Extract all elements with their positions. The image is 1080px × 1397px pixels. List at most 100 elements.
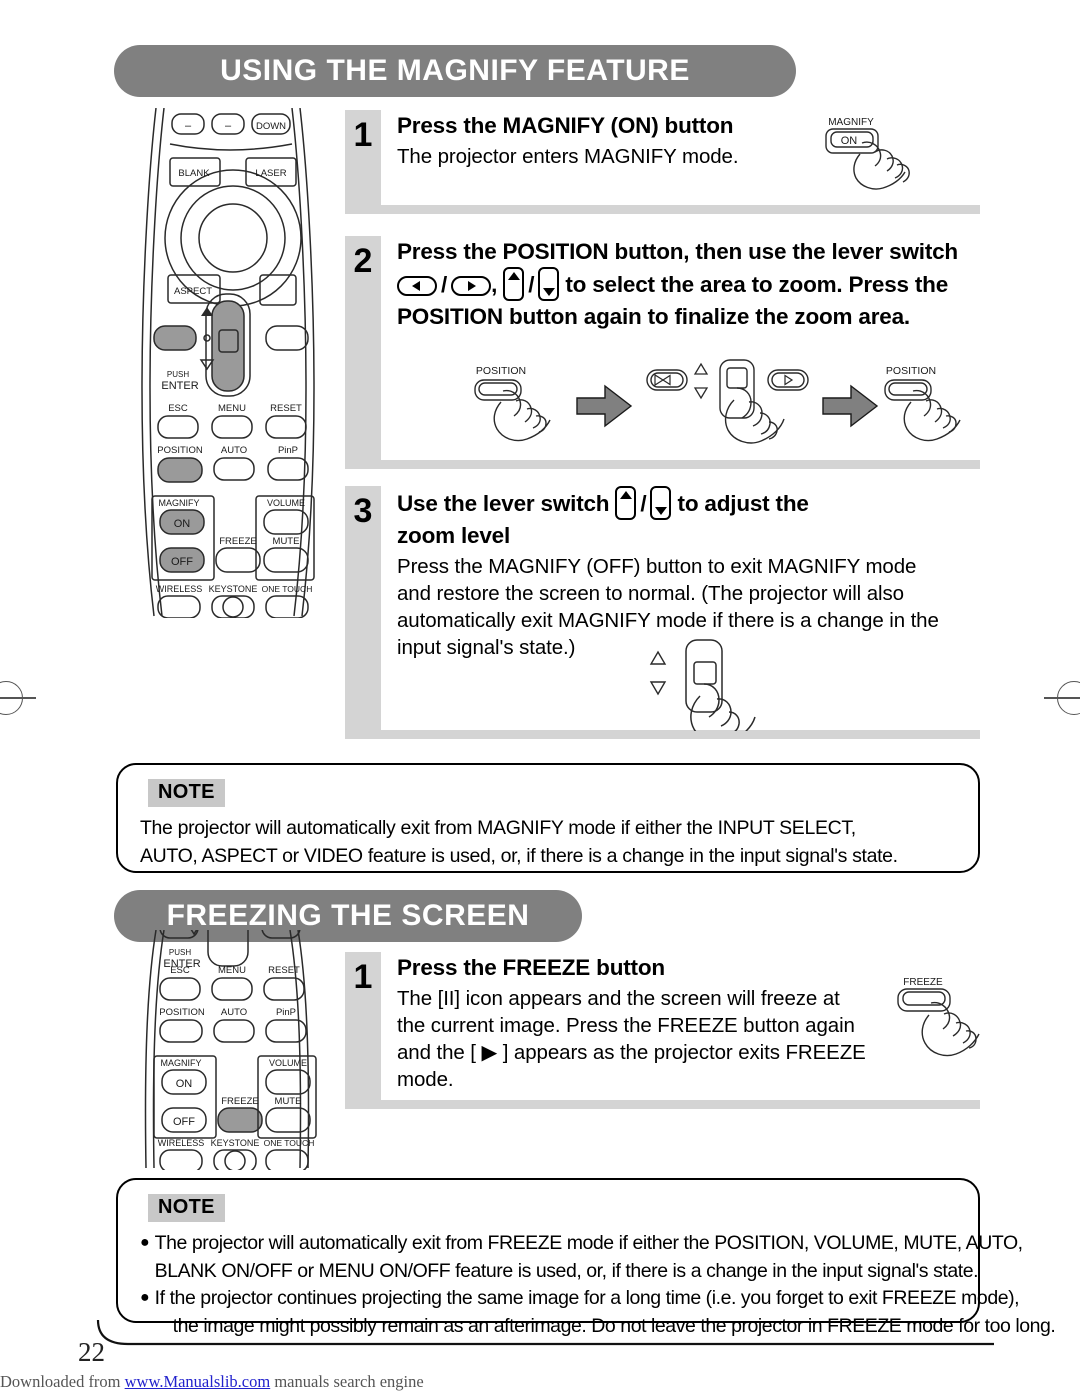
step-1-freeze: 1 Press the FREEZE button The [II] icon … (345, 952, 980, 1102)
note-box-freeze: NOTE ● The projector will automatically … (116, 1178, 1056, 1337)
lever-down-icon (650, 486, 672, 520)
down-triangle-icon (649, 681, 667, 696)
registration-mark-left (0, 668, 36, 728)
step-number-column: 3 (345, 486, 381, 731)
step-number: 1 (353, 116, 373, 154)
freeze-button-callout: FREEZE (893, 972, 998, 1072)
arrow-right-2-icon (822, 384, 879, 428)
svg-text:MENU: MENU (218, 965, 246, 976)
remote-control-illustration-freeze: PUSH ENTER ESC MENU RESET POSITION AUTO … (126, 909, 326, 1175)
svg-text:VOLUME: VOLUME (269, 1058, 307, 1068)
svg-text:PinP: PinP (278, 445, 298, 456)
step-title-line-1: Use the lever switch / to adjust the (397, 486, 980, 520)
svg-text:FREEZE: FREEZE (219, 536, 256, 547)
svg-text:OFF: OFF (173, 1116, 195, 1128)
svg-text:WIRELESS: WIRELESS (158, 1138, 205, 1148)
svg-text:MENU: MENU (218, 403, 246, 414)
svg-text:FREEZE: FREEZE (221, 1096, 258, 1107)
svg-text:VOLUME: VOLUME (267, 498, 305, 508)
manual-page: USING THE MAGNIFY FEATURE – – DOWN BLANK… (0, 0, 1080, 1397)
lever-up-icon (503, 267, 525, 302)
down-triangle-icon (693, 387, 709, 400)
freeze-hand-svg: FREEZE (897, 977, 980, 1057)
up-triangle-icon (693, 362, 709, 375)
right-arrow-button-icon (451, 276, 492, 297)
lever-hand-svg (649, 639, 756, 744)
svg-text:PinP: PinP (276, 1007, 296, 1018)
bullet-icon: ● (140, 1234, 150, 1251)
step-description-line-1: Press the MAGNIFY (OFF) button to exit M… (397, 555, 917, 579)
lever-down-icon (538, 267, 560, 302)
step-title-line-2-text: to select the area to zoom. Press the (565, 272, 949, 298)
svg-text:RESET: RESET (268, 965, 300, 976)
svg-text:LASER: LASER (255, 168, 286, 179)
position-label-1: POSITION (476, 365, 526, 377)
step-2-sequence-diagram: POSITION POSITION (455, 358, 985, 468)
note-box-magnify: NOTE The projector will automatically ex… (116, 763, 980, 873)
svg-text:ASPECT: ASPECT (174, 286, 212, 297)
svg-text:ESC: ESC (170, 965, 190, 976)
svg-text:MAGNIFY: MAGNIFY (158, 498, 199, 508)
remote-control-illustration-magnify: – – DOWN BLANK LASER ASPECT PUSH ENTER E… (130, 107, 326, 623)
page-footer-curve (96, 1319, 994, 1346)
svg-text:MUTE: MUTE (275, 1096, 302, 1107)
svg-text:–: – (225, 120, 232, 132)
up-triangle-icon (649, 650, 667, 665)
bullet-icon: ● (140, 1289, 150, 1307)
remote-top-svg: – – DOWN BLANK LASER ASPECT PUSH ENTER E… (141, 107, 315, 619)
arrow-right-1-icon (576, 384, 633, 428)
step-title-post: to adjust the (677, 491, 809, 516)
section-title-magnify: USING THE MAGNIFY FEATURE (220, 54, 690, 87)
magnify-on-hand-svg: MAGNIFY ON (825, 117, 910, 190)
svg-text:POSITION: POSITION (157, 445, 203, 456)
svg-text:ONE TOUCH: ONE TOUCH (262, 584, 313, 594)
svg-text:WIRELESS: WIRELESS (156, 584, 203, 594)
magnify-callout-label: MAGNIFY (828, 117, 874, 128)
step-content: Use the lever switch / to adjust the zoo… (397, 486, 980, 661)
svg-text:BLANK: BLANK (178, 168, 210, 179)
note-label: NOTE (148, 1194, 225, 1222)
step-title-line-2: zoom level (397, 523, 511, 548)
step-number-column: 1 (345, 952, 381, 1102)
note-bullet-item: ● The projector will automatically exit … (140, 1230, 1023, 1285)
section-title-freeze: FREEZING THE SCREEN (166, 899, 530, 932)
page-number: 22 (78, 1337, 105, 1367)
step-number: 3 (353, 492, 373, 530)
svg-text:KEYSTONE: KEYSTONE (209, 584, 258, 594)
step-title-line-1: Press the POSITION button, then use the … (397, 239, 958, 264)
step-number: 2 (353, 242, 373, 280)
svg-text:ON: ON (176, 1078, 193, 1090)
step-number-column: 2 (345, 236, 381, 466)
svg-text:OFF: OFF (171, 556, 193, 568)
svg-text:RESET: RESET (270, 403, 302, 414)
svg-text:POSITION: POSITION (159, 1007, 205, 1018)
note-line: The projector will automatically exit fr… (154, 1232, 1023, 1254)
magnify-on-button-callout: MAGNIFY ON (818, 112, 938, 207)
freeze-callout-label: FREEZE (903, 977, 943, 988)
download-prefix: Downloaded from (0, 1372, 121, 1391)
note-line: If the projector continues projecting th… (154, 1287, 1020, 1310)
step-number: 1 (353, 958, 373, 996)
svg-text:MUTE: MUTE (273, 536, 300, 547)
step-description-line-2: and restore the screen to normal. (The p… (397, 582, 904, 606)
manualslib-link[interactable]: www.Manualslib.com (125, 1372, 271, 1391)
svg-text:ON: ON (174, 518, 191, 530)
position-sequence-svg: POSITION POSITION (474, 359, 961, 444)
svg-text:DOWN: DOWN (256, 121, 286, 132)
svg-text:ONE TOUCH: ONE TOUCH (264, 1138, 315, 1148)
step-title-line-2: /, / to select the area to zoom. Press t… (397, 267, 980, 302)
step-content: Press the POSITION button, then use the … (397, 236, 980, 332)
svg-text:KEYSTONE: KEYSTONE (211, 1138, 260, 1148)
position-label-2: POSITION (886, 365, 936, 377)
svg-text:AUTO: AUTO (221, 445, 247, 456)
note-line: AUTO, ASPECT or VIDEO feature is used, o… (140, 844, 898, 867)
remote-bottom-svg: PUSH ENTER ESC MENU RESET POSITION AUTO … (144, 909, 317, 1173)
svg-text:ENTER: ENTER (161, 380, 198, 392)
svg-text:–: – (185, 120, 192, 132)
magnify-callout-key: ON (841, 135, 858, 147)
download-suffix: manuals search engine (274, 1372, 424, 1391)
section-banner-magnify: USING THE MAGNIFY FEATURE (114, 45, 796, 97)
left-arrow-button-icon (397, 276, 437, 297)
step-description-line-3: automatically exit MAGNIFY mode if there… (397, 609, 939, 633)
step-1-freeze-underbar (345, 1100, 980, 1109)
